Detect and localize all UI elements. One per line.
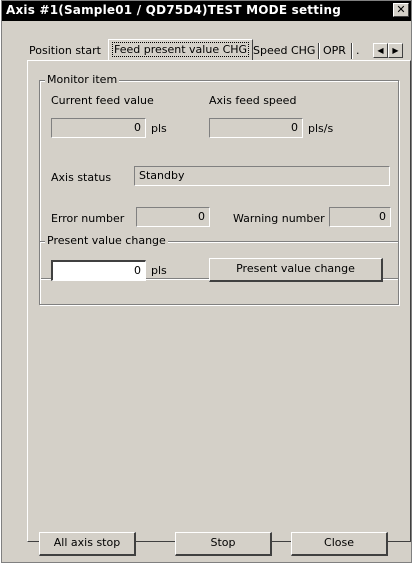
axis-status-field: Standby bbox=[134, 166, 390, 186]
warning-number-field: 0 bbox=[329, 207, 391, 227]
current-feed-unit: pls bbox=[151, 122, 167, 135]
present-value-unit: pls bbox=[151, 264, 167, 277]
tab-position-start[interactable]: Position start bbox=[29, 41, 101, 60]
axis-status-label: Axis status bbox=[51, 171, 112, 184]
stop-button[interactable]: Stop bbox=[175, 532, 272, 556]
title-bar[interactable]: Axis #1(Sample01 / QD75D4)TEST MODE sett… bbox=[2, 1, 411, 21]
tab-divider bbox=[351, 43, 353, 59]
tab-more[interactable]: . bbox=[356, 41, 360, 60]
tab-label: . bbox=[356, 44, 360, 57]
tab-label: Feed present value CHG bbox=[112, 42, 250, 57]
tab-divider bbox=[318, 43, 320, 59]
tab-opr[interactable]: OPR bbox=[323, 41, 346, 60]
tab-scroll-left-icon[interactable]: ◀ bbox=[373, 43, 388, 58]
window-title: Axis #1(Sample01 / QD75D4)TEST MODE sett… bbox=[6, 3, 341, 17]
group-label: Present value change bbox=[45, 234, 168, 247]
current-feed-value-label: Current feed value bbox=[51, 94, 154, 107]
close-icon[interactable]: ✕ bbox=[393, 3, 409, 17]
present-value-change-group: Present value change 0 pls Present value… bbox=[39, 234, 399, 305]
tab-speed-chg[interactable]: Speed CHG bbox=[253, 41, 315, 60]
present-value-input[interactable]: 0 bbox=[51, 260, 146, 281]
tab-scroll-right-icon[interactable]: ▶ bbox=[388, 43, 403, 58]
tab-feed-present-value-chg[interactable]: Feed present value CHG bbox=[108, 39, 254, 61]
axis-feed-speed-label: Axis feed speed bbox=[209, 94, 297, 107]
close-button[interactable]: Close bbox=[291, 532, 388, 556]
axis-feed-speed-unit: pls/s bbox=[308, 122, 334, 135]
warning-number-label: Warning number bbox=[233, 212, 325, 225]
tab-panel: Monitor item Current feed value Axis fee… bbox=[27, 60, 411, 542]
error-number-field: 0 bbox=[136, 207, 210, 227]
tab-label: OPR bbox=[323, 44, 346, 57]
axis-feed-speed-field: 0 bbox=[209, 118, 303, 138]
tab-label: Speed CHG bbox=[253, 44, 316, 57]
tab-label: Position start bbox=[29, 44, 101, 57]
group-label: Monitor item bbox=[45, 73, 120, 86]
present-value-change-button[interactable]: Present value change bbox=[209, 258, 383, 282]
error-number-label: Error number bbox=[51, 212, 125, 225]
all-axis-stop-button[interactable]: All axis stop bbox=[39, 532, 136, 556]
current-feed-value-field: 0 bbox=[51, 118, 146, 138]
dialog-window: Axis #1(Sample01 / QD75D4)TEST MODE sett… bbox=[1, 0, 412, 563]
